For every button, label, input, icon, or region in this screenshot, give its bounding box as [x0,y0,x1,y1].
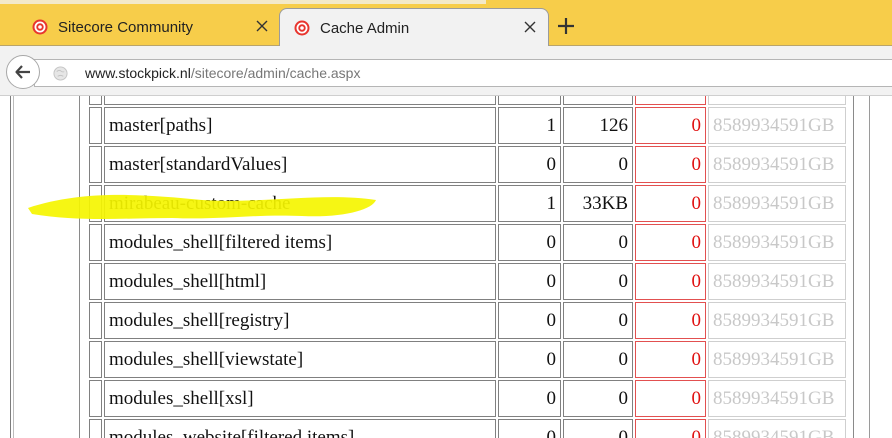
cache-max-size-cell: 8589934591GB [708,146,846,183]
cache-delta-cell: 0 [635,107,706,144]
cache-delta-cell: 0 [635,263,706,300]
cache-name-cell: modules_shell[registry] [104,302,496,339]
cache-delta-cell: 0 [635,185,706,222]
tab-cache-admin[interactable]: Cache Admin [279,8,549,47]
back-arrow-icon [15,65,30,79]
url-path: /sitecore/admin/cache.aspx [190,65,361,81]
cache-count-cell: 1 [498,107,561,144]
cache-row: master[standardValues] 0 0 0 8589934591GB [89,146,846,183]
row-spacer-cell [89,419,102,438]
row-spacer-cell [89,146,102,183]
tab-strip-topline [0,0,486,4]
cache-count-cell: 0 [498,419,561,438]
cache-name-cell: modules_shell[filtered items] [104,224,496,261]
cache-count-cell: 10 [498,96,561,105]
cache-row: master[items]107.6KB08589934591GB [89,96,846,105]
tab-title: Sitecore Community [58,19,194,36]
cache-row: modules_shell[xsl] 0 0 0 8589934591GB [89,380,846,417]
page-content[interactable]: master[items]107.6KB08589934591GBmaster[… [0,96,892,438]
cache-max-size-cell: 8589934591GB [708,341,846,378]
cache-max-size-cell: 8589934591GB [708,419,846,438]
page-frame-border [13,96,14,438]
tab-title: Cache Admin [320,20,410,37]
cache-count-cell: 0 [498,341,561,378]
row-spacer-cell [89,224,102,261]
cache-size-cell: 0 [563,263,633,300]
cache-delta-cell: 0 [635,419,706,438]
cache-max-size-cell: 8589934591GB [708,224,846,261]
cache-max-size-cell: 8589934591GB [708,107,846,144]
cache-size-cell: 0 [563,224,633,261]
row-spacer-cell [89,380,102,417]
table-outer-border [79,96,80,438]
cache-row: mirabeau-custom-cache 1 33KB 0 8589934591GB [89,185,846,222]
cache-size-cell: 0 [563,302,633,339]
cache-count-cell: 0 [498,380,561,417]
cache-size-cell: 33KB [563,185,633,222]
address-bar[interactable]: www.stockpick.nl/sitecore/admin/cache.as… [34,59,892,87]
cache-delta-cell: 0 [635,224,706,261]
cache-delta-cell: 0 [635,380,706,417]
row-spacer-cell [89,341,102,378]
cache-size-cell: 0 [563,380,633,417]
cache-delta-cell: 0 [635,341,706,378]
row-spacer-cell [89,263,102,300]
cache-name-cell: master[standardValues] [104,146,496,183]
cache-count-cell: 0 [498,263,561,300]
close-tab-icon[interactable] [254,18,270,34]
cache-size-cell: 0 [563,419,633,438]
cache-row: modules_website[filtered items] 0 0 0 858993… [89,419,846,438]
page-frame-border [869,96,870,438]
cache-max-size-cell: 8589934591GB [708,185,846,222]
cache-count-cell: 0 [498,302,561,339]
cache-name-cell: master[items] [104,96,496,105]
row-spacer-cell [89,107,102,144]
cache-delta-cell: 0 [635,146,706,183]
cache-row: modules_shell[viewstate] 0 0 0 8589934591GB [89,341,846,378]
cache-name-cell: master[paths] [104,107,496,144]
page-frame-border [10,96,11,438]
url-host: www.stockpick.nl [85,65,191,81]
cache-size-cell: 7.6KB [563,96,633,105]
row-spacer-cell [89,96,102,105]
cache-row: modules_shell[html] 0 0 0 8589934591GB [89,263,846,300]
cache-count-cell: 0 [498,224,561,261]
navigation-bar: www.stockpick.nl/sitecore/admin/cache.as… [0,46,892,96]
cache-name-cell: modules_shell[viewstate] [104,341,496,378]
cache-max-size-cell: 8589934591GB [708,302,846,339]
url-text: www.stockpick.nl/sitecore/admin/cache.as… [85,65,360,82]
back-button[interactable] [6,55,40,89]
cache-row: modules_shell[registry] 0 0 0 8589934591GB [89,302,846,339]
sitecore-favicon-icon [32,19,48,35]
globe-icon [53,66,68,81]
row-spacer-cell [89,185,102,222]
cache-name-cell: mirabeau-custom-cache [104,185,496,222]
new-tab-plus-icon[interactable] [557,17,575,35]
cache-max-size-cell: 8589934591GB [708,263,846,300]
row-spacer-cell [89,302,102,339]
sitecore-favicon-icon [294,20,310,36]
cache-count-cell: 1 [498,185,561,222]
cache-delta-cell: 0 [635,96,706,105]
cache-delta-cell: 0 [635,302,706,339]
cache-row: modules_shell[filtered items] 0 0 0 85899345… [89,224,846,261]
cache-size-cell: 0 [563,146,633,183]
cache-size-cell: 0 [563,341,633,378]
cache-count-cell: 0 [498,146,561,183]
cache-max-size-cell: 8589934591GB [708,96,846,105]
cache-name-cell: modules_website[filtered items] [104,419,496,438]
tab-sitecore-community[interactable]: Sitecore Community [18,8,280,47]
table-outer-border [853,96,854,438]
cache-name-cell: modules_shell[xsl] [104,380,496,417]
cache-size-cell: 126 [563,107,633,144]
cache-table: master[items]107.6KB08589934591GBmaster[… [87,96,848,438]
tab-strip: Sitecore Community Cache Admin [0,0,892,47]
cache-name-cell: modules_shell[html] [104,263,496,300]
cache-max-size-cell: 8589934591GB [708,380,846,417]
cache-row: master[paths] 1 126 0 8589934591GB [89,107,846,144]
close-tab-icon[interactable] [522,19,538,35]
